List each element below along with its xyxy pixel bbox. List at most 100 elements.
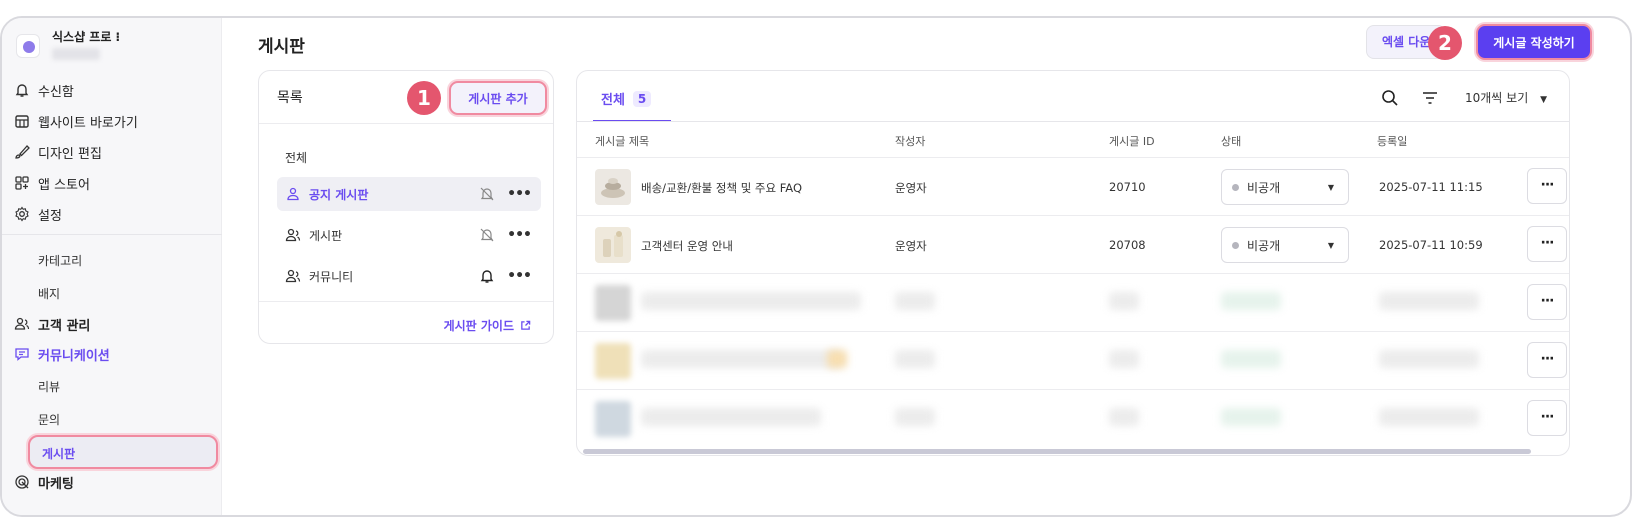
store-switcher[interactable]: 식스샵 프로 ⁝ xyxy=(16,26,216,66)
blurred-content xyxy=(895,292,935,310)
sidebar-item-label: 웹사이트 바로가기 xyxy=(38,115,138,131)
sidebar-item-customers[interactable]: 고객 관리 xyxy=(14,312,90,336)
page-size-value: 10개씩 보기 xyxy=(1465,91,1529,105)
sidebar: 식스샵 프로 ⁝ 수신함 웹사이트 바로가기 디자인 편집 앱 스토어 설정 카… xyxy=(2,18,222,515)
write-post-button[interactable]: 게시글 작성하기 xyxy=(1476,24,1592,60)
more-options-icon[interactable]: ••• xyxy=(507,186,532,202)
step-callout-1: 1 xyxy=(407,81,441,115)
store-icon xyxy=(15,115,29,128)
sidebar-item-settings[interactable]: 설정 xyxy=(14,202,62,226)
more-options-icon[interactable]: ••• xyxy=(507,268,532,284)
sidebar-item-label: 게시판 xyxy=(42,447,76,461)
blurred-content xyxy=(641,350,841,368)
board-guide-link[interactable]: 게시판 가이드 xyxy=(444,317,531,334)
app-window: 식스샵 프로 ⁝ 수신함 웹사이트 바로가기 디자인 편집 앱 스토어 설정 카… xyxy=(0,16,1632,517)
tab-count-badge: 5 xyxy=(632,90,652,107)
board-icon xyxy=(285,269,301,283)
post-thumbnail xyxy=(595,285,631,321)
chevron-down-icon: ▼ xyxy=(1540,95,1547,105)
search-icon[interactable] xyxy=(1381,89,1399,107)
blurred-content xyxy=(827,350,847,368)
post-id: 20710 xyxy=(1109,180,1146,194)
board-name: 커뮤니티 xyxy=(309,269,354,284)
board-icon xyxy=(285,228,301,242)
post-thumbnail xyxy=(595,169,631,205)
table-row-blurred: ··· xyxy=(577,389,1569,447)
store-logo xyxy=(16,34,40,58)
row-more-button[interactable]: ··· xyxy=(1527,226,1567,262)
store-plan-blurred xyxy=(52,48,100,60)
sidebar-item-reviews[interactable]: 리뷰 xyxy=(38,378,60,395)
brush-icon xyxy=(15,145,30,159)
table-row[interactable]: 배송/교환/환불 정책 및 주요 FAQ 운영자 20710 비공개 ▼ 202… xyxy=(577,157,1569,215)
page-title: 게시판 xyxy=(258,37,305,57)
blurred-content xyxy=(895,408,935,426)
gear-icon xyxy=(15,206,29,222)
sidebar-item-communication[interactable]: 커뮤니케이션 xyxy=(14,342,110,366)
column-header-title: 게시글 제목 xyxy=(595,135,650,148)
sidebar-item-label: 커뮤니케이션 xyxy=(38,348,110,364)
chat-icon xyxy=(15,348,29,361)
horizontal-scrollbar[interactable] xyxy=(583,449,1531,454)
board-item-community[interactable]: 커뮤니티 ••• xyxy=(277,259,541,293)
sidebar-item-badge[interactable]: 배지 xyxy=(38,285,60,302)
row-more-button[interactable]: ··· xyxy=(1527,284,1567,320)
sidebar-item-design[interactable]: 디자인 편집 xyxy=(14,140,102,164)
blurred-content xyxy=(1109,350,1139,368)
blurred-content xyxy=(1221,292,1281,310)
row-more-button[interactable]: ··· xyxy=(1527,342,1567,378)
status-dot xyxy=(1232,241,1239,249)
sidebar-item-website[interactable]: 웹사이트 바로가기 xyxy=(14,109,138,133)
bell-icon[interactable] xyxy=(479,268,495,284)
post-thumbnail xyxy=(595,401,631,437)
post-title[interactable]: 고객센터 운영 안내 xyxy=(641,238,733,254)
chevron-down-icon: ▼ xyxy=(1327,241,1334,250)
board-filter-all[interactable]: 전체 xyxy=(285,149,307,166)
board-list-panel: 목록 1 게시판 추가 전체 공지 게시판 ••• 게시판 ••• 커뮤니티 •… xyxy=(258,70,554,344)
sidebar-item-inbox[interactable]: 수신함 xyxy=(14,78,74,102)
status-select[interactable]: 비공개 ▼ xyxy=(1221,227,1349,263)
table-row[interactable]: 고객센터 운영 안내 운영자 20708 비공개 ▼ 2025-07-11 10… xyxy=(577,215,1569,273)
page-size-select[interactable]: 10개씩 보기 ▼ xyxy=(1465,89,1547,106)
post-author: 운영자 xyxy=(895,239,927,253)
blurred-content xyxy=(641,408,821,426)
sidebar-divider xyxy=(2,234,222,235)
post-title[interactable]: 배송/교환/환불 정책 및 주요 FAQ xyxy=(641,180,802,196)
sidebar-item-board[interactable]: 게시판 xyxy=(28,435,218,469)
more-options-icon[interactable]: ••• xyxy=(507,227,532,243)
sidebar-item-marketing[interactable]: 마케팅 xyxy=(14,470,74,494)
board-list-title: 목록 xyxy=(277,90,303,106)
blurred-content xyxy=(1379,350,1479,368)
external-link-icon xyxy=(521,320,531,330)
sidebar-item-inquiries[interactable]: 문의 xyxy=(38,411,60,428)
board-item-notice[interactable]: 공지 게시판 ••• xyxy=(277,177,541,211)
sidebar-item-appstore[interactable]: 앱 스토어 xyxy=(14,171,90,195)
post-author: 운영자 xyxy=(895,181,927,195)
store-name: 식스샵 프로 ⁝ xyxy=(52,30,121,44)
status-select[interactable]: 비공개 ▼ xyxy=(1221,169,1349,205)
filter-icon[interactable] xyxy=(1421,89,1439,107)
tab-all[interactable]: 전체 5 xyxy=(601,89,652,108)
add-board-button[interactable]: 게시판 추가 xyxy=(449,81,547,115)
posts-table-panel: 전체 5 10개씩 보기 ▼ 게시글 제목 작성자 게시글 ID 상태 등록일 … xyxy=(576,70,1570,456)
column-header-id: 게시글 ID xyxy=(1109,135,1155,148)
blurred-content xyxy=(895,350,935,368)
post-id: 20708 xyxy=(1109,238,1146,252)
post-thumbnail xyxy=(595,343,631,379)
blurred-content xyxy=(641,292,861,310)
blurred-content xyxy=(1221,408,1281,426)
sidebar-item-category[interactable]: 카테고리 xyxy=(38,252,82,269)
step-callout-2: 2 xyxy=(1428,26,1462,60)
bell-icon xyxy=(15,84,29,97)
post-date: 2025-07-11 11:15 xyxy=(1379,180,1483,194)
chevron-down-icon: ▼ xyxy=(1327,183,1334,192)
row-more-button[interactable]: ··· xyxy=(1527,400,1567,436)
post-date: 2025-07-11 10:59 xyxy=(1379,238,1483,252)
bell-off-icon[interactable] xyxy=(479,186,495,202)
board-item-general[interactable]: 게시판 ••• xyxy=(277,218,541,252)
blurred-content xyxy=(1379,408,1479,426)
bell-off-icon[interactable] xyxy=(479,227,495,243)
row-more-button[interactable]: ··· xyxy=(1527,168,1567,204)
column-header-status: 상태 xyxy=(1221,135,1242,148)
sidebar-item-label: 디자인 편집 xyxy=(38,146,102,162)
